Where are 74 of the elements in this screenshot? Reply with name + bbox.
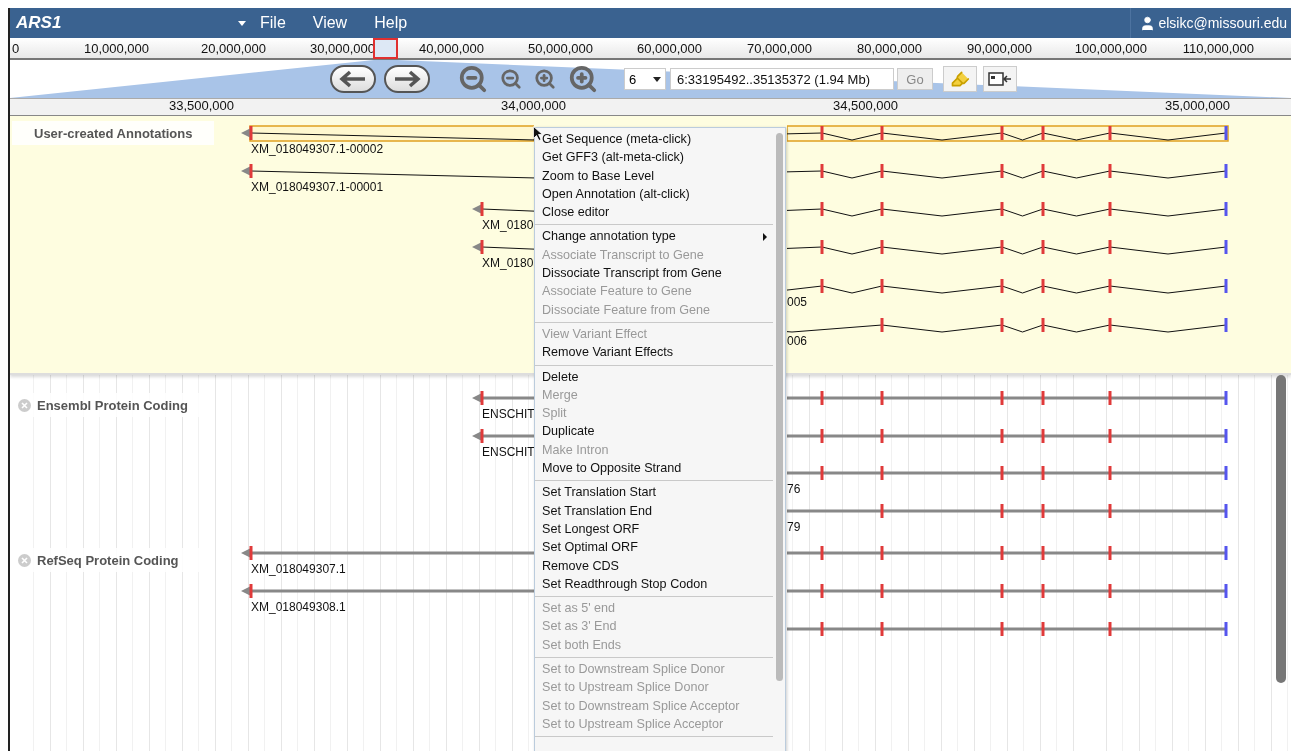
zoom-out-button[interactable] <box>500 68 522 90</box>
menu-item[interactable]: Set Readthrough Stop Codon <box>535 574 773 594</box>
pan-left-button[interactable] <box>330 65 376 93</box>
scrollbar-thumb[interactable] <box>1276 375 1286 683</box>
menu-item[interactable]: Help <box>374 14 408 32</box>
scrollbar-thumb[interactable] <box>776 133 783 681</box>
feature-label: XM_018049307.1-00002 <box>251 142 384 156</box>
menu-item[interactable]: Duplicate <box>535 422 773 441</box>
menu-item[interactable]: Set Longest ORF <box>535 519 773 539</box>
menu-item[interactable]: Delete <box>535 367 773 386</box>
location-field[interactable]: 6:33195492..35135372 (1.94 Mb) <box>670 68 894 90</box>
menu-item[interactable]: Zoom to Base Level <box>535 166 773 185</box>
track-label[interactable]: User-created Annotations <box>12 121 214 145</box>
menu-item[interactable]: Set Translation End <box>535 501 773 520</box>
ruler-label: 34,000,000 <box>499 99 566 115</box>
menu-item[interactable]: View <box>312 14 348 32</box>
refseq-select[interactable]: 6 <box>624 68 666 90</box>
feature-label: 005 <box>787 295 808 309</box>
menu-item[interactable]: Set Optimal ORF <box>535 538 773 557</box>
zoom-in-button[interactable] <box>534 68 556 90</box>
highlight-button[interactable] <box>943 66 977 92</box>
menu-item[interactable]: File <box>260 14 286 32</box>
caret-icon[interactable] <box>238 20 246 26</box>
feature-label: XM_0180 <box>482 218 534 232</box>
feature-label: XM_018049307.1-00001 <box>251 180 384 194</box>
right-arrow-icon <box>392 70 422 88</box>
ruler-label: 33,500,000 <box>167 99 234 115</box>
app-title: ARS1 <box>15 13 63 33</box>
transcript-segment-drawing[interactable] <box>787 201 1230 218</box>
ruler-label: 90,000,000 <box>966 40 1032 56</box>
feature-label: XM_018049307.1 <box>251 562 346 576</box>
menu-item[interactable]: Move to Opposite Strand <box>535 459 773 478</box>
menu-item[interactable]: Change annotation type <box>535 227 773 246</box>
menu-item[interactable]: Dissociate Transcript from Gene <box>535 264 773 283</box>
ruler-label: 60,000,000 <box>636 40 702 56</box>
ruler-label: 100,000,000 <box>1074 40 1147 56</box>
feature-label: 76 <box>787 482 801 496</box>
panel-toggle-button[interactable] <box>983 66 1017 92</box>
transcript-segment-drawing[interactable] <box>787 239 1230 256</box>
left-arrow-icon <box>338 70 368 88</box>
menu-item[interactable]: Remove CDS <box>535 556 773 575</box>
ruler-label: 35,000,000 <box>1163 99 1230 115</box>
pan-right-button[interactable] <box>384 65 430 93</box>
zoom-in-button[interactable] <box>568 64 598 94</box>
menu-item[interactable]: Remove Variant Effects <box>535 343 773 362</box>
transcript-segment-drawing[interactable] <box>787 317 1230 334</box>
feature-label: ENSCHIT <box>482 407 535 421</box>
ruler-label: 40,000,000 <box>418 40 484 56</box>
transcript-segment-drawing[interactable] <box>787 125 1230 142</box>
overview-ruler[interactable]: 0 10,000,000 20,000,000 30,000,000 40,000,000 50,000,000 60,000,000 70,000,000 80,000,000 90,000,000 100,000,000 110,000,000 <box>10 38 1291 60</box>
transcript-segment-drawing[interactable] <box>787 278 1230 295</box>
zoom-out-button[interactable] <box>458 64 488 94</box>
feature-label: ENSCHIT <box>482 445 535 459</box>
ruler-label: 34,500,000 <box>831 99 898 115</box>
menu-item[interactable]: Set Translation Start <box>535 483 773 502</box>
ruler-label: 80,000,000 <box>856 40 922 56</box>
transcript-segment-drawing[interactable] <box>787 163 1230 180</box>
feature-label: XM_018049308.1 <box>251 600 346 614</box>
menu-item[interactable]: Open Annotation (alt-click) <box>535 184 773 204</box>
ruler-label: 20,000,000 <box>200 40 266 56</box>
ruler-label: 50,000,000 <box>527 40 593 56</box>
menu-item[interactable]: Get GFF3 (alt-meta-click) <box>535 148 773 167</box>
feature-label: XM_0180 <box>482 256 534 270</box>
ruler-label: 10,000,000 <box>83 40 149 56</box>
panel-arrow-icon <box>988 72 1012 86</box>
feature-label: 79 <box>787 520 801 534</box>
feature-label: 006 <box>787 334 808 348</box>
ruler-label: 30,000,000 <box>309 40 375 56</box>
ruler-label: 70,000,000 <box>746 40 812 56</box>
highlighter-icon <box>950 69 970 89</box>
view-region-marker[interactable] <box>373 38 398 59</box>
ruler-label: 110,000,000 <box>1182 40 1254 56</box>
ruler-label: 0 <box>12 40 20 56</box>
menu-item[interactable]: Close editor <box>535 203 773 222</box>
